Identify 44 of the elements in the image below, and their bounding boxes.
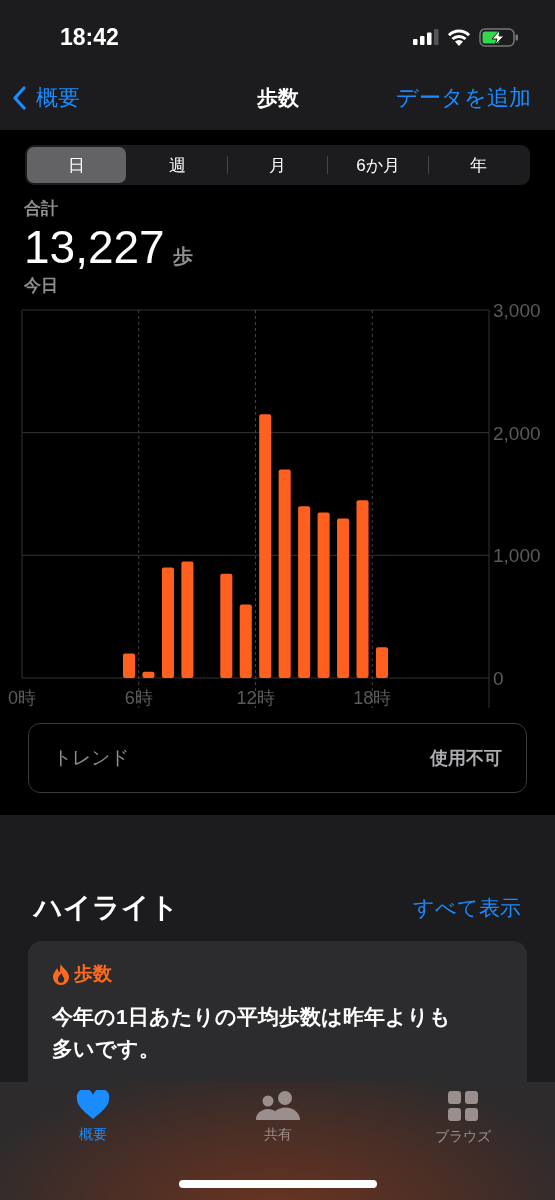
- unit-label: 歩: [172, 244, 193, 269]
- x-axis-label: 12時: [236, 688, 275, 708]
- y-axis-label: 3,000: [493, 300, 541, 321]
- show-all-link[interactable]: すべて表示: [413, 894, 521, 922]
- y-axis-label: 2,000: [493, 422, 541, 444]
- y-axis-label: 0: [493, 668, 504, 689]
- segment-tab[interactable]: 年: [428, 147, 529, 183]
- battery-charging-icon: [479, 27, 519, 47]
- grid-icon: [446, 1090, 479, 1122]
- x-axis-label: 18時: [353, 688, 392, 708]
- heart-icon: [75, 1090, 110, 1120]
- trend-label: トレンド: [53, 746, 129, 770]
- bar: [142, 671, 155, 678]
- signal-icon: [413, 29, 439, 45]
- x-axis-label: 0時: [8, 688, 36, 708]
- flame-icon: [52, 963, 70, 985]
- period-label: 今日: [24, 275, 59, 297]
- wifi-icon: [447, 28, 471, 46]
- back-label: 概要: [36, 84, 80, 112]
- segment-tab[interactable]: 6か月: [328, 147, 428, 183]
- highlight-card[interactable]: 歩数 今年の1日あたりの平均歩数は昨年よりも多いです。: [28, 941, 527, 1082]
- bar: [375, 647, 388, 678]
- tab-item[interactable]: 共有: [232, 1090, 323, 1154]
- segment-tab[interactable]: 日: [27, 147, 127, 183]
- section-title: ハイライト: [34, 891, 179, 925]
- tab-item[interactable]: 概要: [47, 1090, 138, 1154]
- status-time: 18:42: [60, 23, 119, 51]
- category-label: 歩数: [74, 962, 112, 986]
- segment-tab[interactable]: 月: [227, 147, 328, 183]
- people-icon: [254, 1090, 301, 1120]
- trend-value: 使用不可: [430, 747, 502, 770]
- trend-row[interactable]: トレンド 使用不可: [28, 723, 527, 793]
- back-button[interactable]: 概要: [12, 83, 80, 113]
- x-axis-label: 6時: [124, 688, 153, 708]
- total-label: 合計: [24, 198, 59, 220]
- highlight-text: 今年の1日あたりの平均歩数は昨年よりも多いです。: [52, 1004, 452, 1062]
- chevron-left-icon: [12, 86, 26, 110]
- total-value: 13,227: [24, 220, 165, 274]
- segment-tab[interactable]: 週: [127, 147, 227, 183]
- tab-item[interactable]: ブラウズ: [417, 1090, 508, 1154]
- page-title: 歩数: [256, 85, 299, 111]
- add-data-button[interactable]: データを追加: [396, 83, 531, 113]
- y-axis-label: 1,000: [493, 545, 541, 567]
- bar: [123, 653, 136, 678]
